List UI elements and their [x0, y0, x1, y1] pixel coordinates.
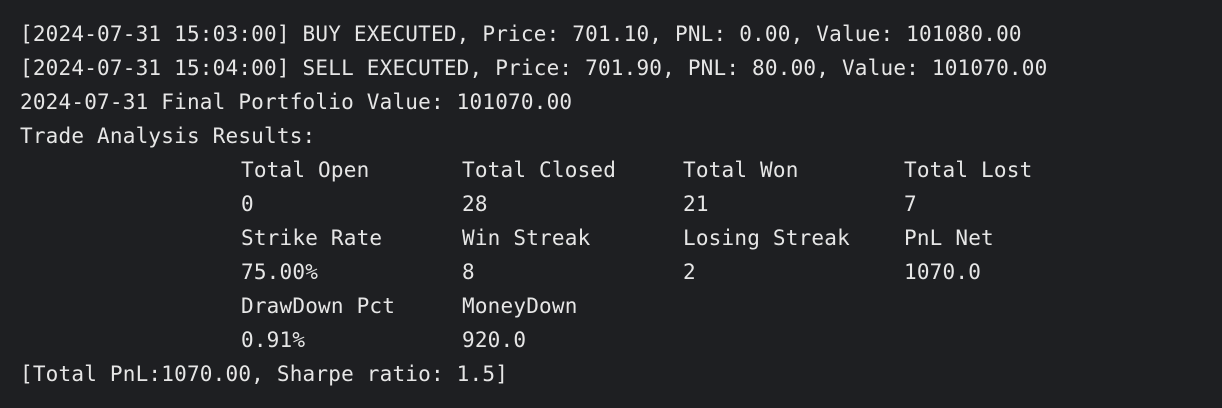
value-pnl-net: 1070.0: [904, 260, 982, 284]
empty-cell: [683, 323, 904, 357]
header-total-lost: Total Lost: [904, 158, 1033, 182]
summary-line: [Total PnL:1070.00, Sharpe ratio: 1.5]: [20, 362, 509, 386]
value-win-streak: 8: [462, 260, 475, 284]
value-moneydown: 920.0: [462, 328, 527, 352]
log-line-buy: [2024-07-31 15:03:00] BUY EXECUTED, Pric…: [20, 22, 1022, 46]
header-total-open: Total Open: [241, 158, 370, 182]
indent-spacer: [20, 289, 241, 323]
final-portfolio-line: 2024-07-31 Final Portfolio Value: 101070…: [20, 90, 573, 114]
header-moneydown: MoneyDown: [462, 294, 578, 318]
value-strike-rate: 75.00%: [241, 260, 319, 284]
indent-spacer: [20, 323, 241, 357]
value-total-lost: 7: [904, 192, 917, 216]
trade-analysis-table: Total Open Total Closed Total Won Total …: [20, 153, 1222, 357]
empty-cell: [683, 289, 904, 323]
indent-spacer: [20, 187, 241, 221]
value-drawdown-pct: 0.91%: [241, 328, 306, 352]
value-total-closed: 28: [462, 192, 488, 216]
header-total-closed: Total Closed: [462, 158, 617, 182]
value-total-won: 21: [683, 192, 709, 216]
header-losing-streak: Losing Streak: [683, 226, 850, 250]
empty-cell: [904, 289, 1125, 323]
header-strike-rate: Strike Rate: [241, 226, 383, 250]
header-total-won: Total Won: [683, 158, 799, 182]
indent-spacer: [20, 221, 241, 255]
indent-spacer: [20, 255, 241, 289]
terminal-output[interactable]: [2024-07-31 15:03:00] BUY EXECUTED, Pric…: [0, 0, 1222, 408]
header-drawdown-pct: DrawDown Pct: [241, 294, 396, 318]
trade-analysis-heading: Trade Analysis Results:: [20, 124, 316, 148]
header-pnl-net: PnL Net: [904, 226, 994, 250]
value-losing-streak: 2: [683, 260, 696, 284]
value-total-open: 0: [241, 192, 254, 216]
indent-spacer: [20, 153, 241, 187]
header-win-streak: Win Streak: [462, 226, 591, 250]
log-line-sell: [2024-07-31 15:04:00] SELL EXECUTED, Pri…: [20, 56, 1048, 80]
empty-cell: [904, 323, 1125, 357]
